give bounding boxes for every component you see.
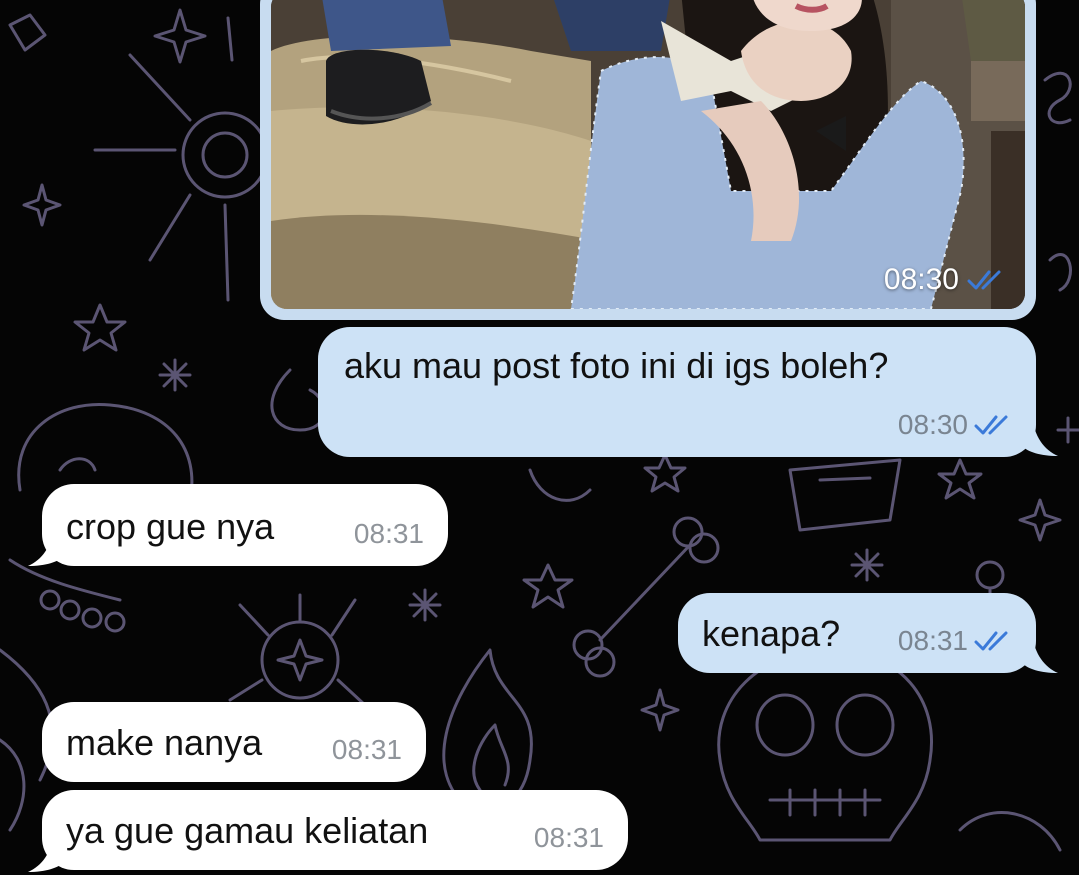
message-time: 08:31 xyxy=(897,625,968,656)
chat-screen: 08:30 aku mau post foto ini di igs boleh… xyxy=(0,0,1079,875)
double-check-icon xyxy=(974,631,1008,651)
message-time: 08:31 xyxy=(353,518,424,549)
photo-message-bubble[interactable]: 08:30 xyxy=(260,0,1036,320)
outgoing-message-bubble[interactable]: aku mau post foto ini di igs boleh? 08:3… xyxy=(318,327,1036,457)
photo-time: 08:30 xyxy=(883,263,959,296)
message-meta: 08:31 xyxy=(898,625,1014,657)
message-text: ya gue gamau keliatan xyxy=(66,810,429,851)
message-time: 08:31 xyxy=(331,734,402,765)
double-check-icon xyxy=(967,270,1001,290)
bubble-tail xyxy=(28,832,64,872)
message-text: make nanya xyxy=(66,722,263,763)
double-check-icon xyxy=(974,415,1008,435)
bubble-tail xyxy=(1022,633,1058,673)
photo-meta: 08:30 xyxy=(884,263,1007,297)
message-text: kenapa? xyxy=(702,613,841,654)
incoming-message-bubble[interactable]: ya gue gamau keliatan 08:31 xyxy=(42,790,628,870)
incoming-message-bubble[interactable]: crop gue nya 08:31 xyxy=(42,484,448,566)
photo-attachment[interactable]: 08:30 xyxy=(271,0,1025,309)
message-text: crop gue nya xyxy=(66,506,275,547)
bubble-tail xyxy=(28,526,64,566)
message-text: aku mau post foto ini di igs boleh? xyxy=(344,345,889,386)
message-time: 08:31 xyxy=(533,822,604,853)
message-time: 08:30 xyxy=(897,409,968,440)
bubble-tail xyxy=(1022,416,1058,456)
message-meta: 08:31 xyxy=(332,734,402,766)
message-meta: 08:31 xyxy=(534,822,604,854)
message-meta: 08:30 xyxy=(898,409,1014,441)
incoming-message-bubble[interactable]: make nanya 08:31 xyxy=(42,702,426,782)
outgoing-message-bubble[interactable]: kenapa? 08:31 xyxy=(678,593,1036,673)
message-meta: 08:31 xyxy=(354,518,424,550)
